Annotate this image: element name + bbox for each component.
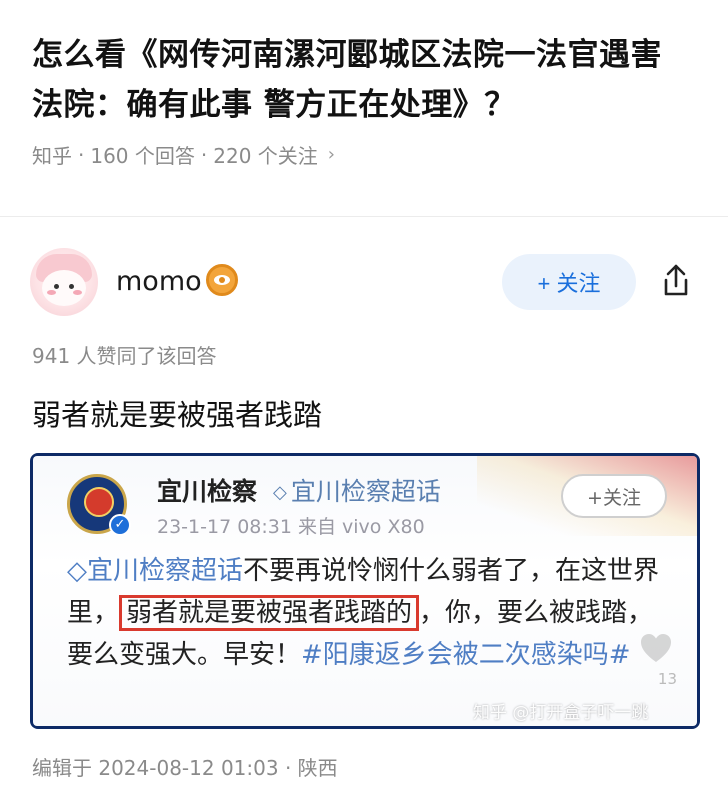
- weibo-screenshot: ✓ 宜川检察 ◇ 宜川检察超话 23-1-17 08:31 来自 vivo X80…: [33, 456, 697, 726]
- likes-count: 941 人赞同了该回答: [32, 344, 217, 368]
- heart-count: 13: [657, 670, 677, 688]
- edit-timestamp: 编辑于 2024-08-12 01:03 · 陕西: [32, 756, 338, 780]
- weibo-account-name: 宜川检察: [157, 477, 258, 506]
- weibo-time-source: 23-1-17 08:31 来自 vivo X80: [157, 516, 425, 538]
- author-name[interactable]: momo: [116, 266, 202, 297]
- weibo-follow-button: +关注: [561, 474, 667, 518]
- answer-image[interactable]: ✓ 宜川检察 ◇ 宜川检察超话 23-1-17 08:31 来自 vivo X80…: [30, 453, 700, 729]
- answers-count: 160 个回答: [90, 144, 195, 168]
- diamond-icon: ◇: [273, 482, 287, 503]
- meta-separator: ·: [78, 142, 85, 167]
- question-title[interactable]: 怎么看《网传河南漯河郾城区法院一法官遇害 法院：确有此事 警方正在处理》？: [32, 30, 702, 130]
- meta-separator: ·: [200, 142, 208, 167]
- question-source: 知乎: [32, 144, 72, 168]
- image-watermark: 知乎 @打开盒子吓一跳: [473, 703, 649, 723]
- followers-count: 220 个关注: [213, 144, 318, 168]
- section-divider: [0, 216, 728, 217]
- verified-icon: ✓: [109, 514, 131, 536]
- follow-button[interactable]: + 关注: [502, 254, 636, 310]
- diamond-icon: ◇: [67, 556, 87, 586]
- follow-label: + 关注: [537, 271, 601, 296]
- question-meta[interactable]: 知乎 · 160 个回答 · 220 个关注 ›: [32, 140, 702, 169]
- avatar[interactable]: [30, 248, 98, 316]
- chevron-right-icon[interactable]: ›: [328, 144, 335, 165]
- weibo-post-body: ◇宜川检察超话不要再说怜悯什么弱者了，在这世界里， 弱者就是要被强者践踏的 ，你，要…: [67, 550, 667, 676]
- super-topic-label: 宜川检察超话: [290, 477, 441, 506]
- weibo-hashtag: #阳康返乡会被二次感染吗#: [301, 640, 631, 670]
- share-icon[interactable]: [656, 260, 696, 300]
- weibo-body-tag: 宜川检察超话: [87, 556, 244, 586]
- heart-icon: [641, 634, 671, 662]
- answer-text: 弱者就是要被强者践踏: [32, 398, 323, 432]
- eye-badge-icon[interactable]: [206, 264, 238, 296]
- author-row: momo + 关注: [30, 246, 700, 318]
- highlighted-phrase: 弱者就是要被强者践踏的: [119, 595, 420, 631]
- weibo-super-topic: ◇ 宜川检察超话: [273, 472, 441, 508]
- question-header: 怎么看《网传河南漯河郾城区法院一法官遇害 法院：确有此事 警方正在处理》？ 知乎…: [32, 30, 702, 169]
